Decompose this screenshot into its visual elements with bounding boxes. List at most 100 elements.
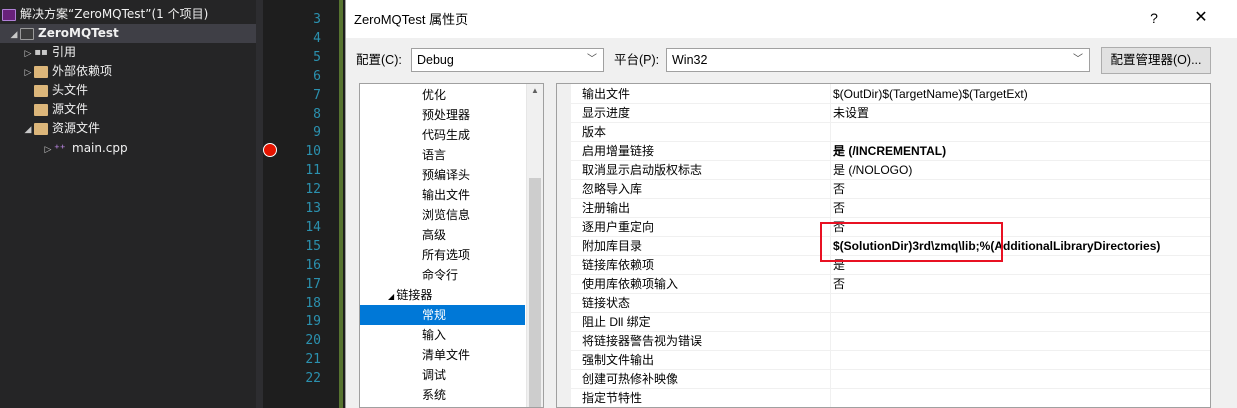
scroll-up-icon[interactable]: ▲ <box>527 86 543 95</box>
nav-item-label: 预处理器 <box>422 108 471 122</box>
close-button[interactable]: ✕ <box>1184 5 1218 31</box>
help-button[interactable]: ? <box>1139 5 1169 31</box>
line-number: 7 <box>313 87 321 103</box>
nav-item[interactable]: 代码生成 <box>360 125 525 145</box>
dialog-titlebar[interactable]: ZeroMQTest 属性页 ? ✕ <box>346 0 1237 38</box>
property-row[interactable]: 创建可热修补映像 <box>571 370 1210 389</box>
line-number: 19 <box>305 314 321 330</box>
folder-icon <box>34 65 48 78</box>
line-number: 9 <box>313 125 321 141</box>
property-value: 否 <box>833 182 846 196</box>
folder-icon <box>34 103 48 116</box>
config-select-value: Debug <box>417 53 454 67</box>
tree-item-main-cpp[interactable]: ▷ ⁺⁺ main.cpp <box>42 139 128 158</box>
line-number: 20 <box>305 333 321 349</box>
property-name: 显示进度 <box>582 106 631 120</box>
nav-item[interactable]: 清单文件 <box>360 345 525 365</box>
property-value: 否 <box>833 277 846 291</box>
property-row[interactable]: 逐用户重定向 否 <box>571 218 1210 237</box>
line-number: 6 <box>313 68 321 84</box>
nav-item[interactable]: 浏览信息 <box>360 205 525 225</box>
solution-icon <box>2 8 16 21</box>
nav-item[interactable]: 语言 <box>360 145 525 165</box>
tree-item-solution[interactable]: 解决方案“ZeroMQTest”(1 个项目) <box>2 5 208 24</box>
tree-item-project[interactable]: ◢ ZeroMQTest <box>0 24 256 43</box>
tree-item-external-deps[interactable]: ▷ 外部依赖项 <box>22 62 112 81</box>
property-name: 使用库依赖项输入 <box>582 277 679 291</box>
line-number: 17 <box>305 276 321 292</box>
breakpoint-icon[interactable] <box>263 143 277 157</box>
nav-item[interactable]: 预处理器 <box>360 105 525 125</box>
nav-item[interactable]: ◢ 链接器 <box>360 285 525 305</box>
property-row[interactable]: 启用增量链接 是 (/INCREMENTAL) <box>571 142 1210 161</box>
property-row[interactable]: 使用库依赖项输入 否 <box>571 275 1210 294</box>
nav-item-label: 浏览信息 <box>422 208 471 222</box>
nav-item[interactable]: 输入 <box>360 325 525 345</box>
line-number: 4 <box>313 30 321 46</box>
expanded-arrow-icon[interactable]: ◢ <box>8 26 20 45</box>
property-row[interactable]: 版本 <box>571 123 1210 142</box>
property-row[interactable]: 将链接器警告视为错误 <box>571 332 1210 351</box>
property-value: 是 (/INCREMENTAL) <box>833 144 947 158</box>
property-name: 创建可热修补映像 <box>582 372 679 386</box>
scrollbar-thumb[interactable] <box>529 178 541 407</box>
nav-item[interactable]: 命令行 <box>360 265 525 285</box>
line-number: 5 <box>313 49 321 65</box>
property-value: $(SolutionDir)3rd\zmq\lib;%(AdditionalLi… <box>833 239 1161 253</box>
property-name: 版本 <box>582 125 607 139</box>
dialog-right-edge <box>1220 83 1237 408</box>
nav-item[interactable]: 系统 <box>360 385 525 405</box>
property-name: 阻止 Dll 绑定 <box>582 315 651 329</box>
nav-item[interactable]: 输出文件 <box>360 185 525 205</box>
tree-item-header-files[interactable]: 头文件 <box>34 81 88 100</box>
tree-item-references[interactable]: ▷ ▪▪ 引用 <box>22 43 76 62</box>
property-row[interactable]: 输出文件 $(OutDir)$(TargetName)$(TargetExt) <box>571 85 1210 104</box>
property-name: 输出文件 <box>582 87 631 101</box>
line-number: 8 <box>313 106 321 122</box>
property-row[interactable]: 链接库依赖项 是 <box>571 256 1210 275</box>
line-number: 12 <box>305 182 321 198</box>
code-editor-gutter: 3 4 5 6 7 8 9 10 11 12 13 14 15 16 17 18 19 20 21 22 <box>263 0 345 408</box>
property-row[interactable]: 取消显示启动版权标志 是 (/NOLOGO) <box>571 161 1210 180</box>
expanded-arrow-icon[interactable]: ◢ <box>22 121 34 140</box>
nav-item[interactable]: 所有选项 <box>360 245 525 265</box>
nav-item[interactable]: 预编译头 <box>360 165 525 185</box>
property-row[interactable]: 强制文件输出 <box>571 351 1210 370</box>
nav-item-label: 高级 <box>422 228 447 242</box>
tree-item-resource-files[interactable]: ◢ 资源文件 <box>22 119 100 138</box>
platform-select-value: Win32 <box>672 53 708 67</box>
nav-item[interactable]: 常规 <box>360 305 525 325</box>
config-manager-button[interactable]: 配置管理器(O)... <box>1101 47 1211 74</box>
tree-item-label: 头文件 <box>52 83 89 97</box>
line-number: 21 <box>305 352 321 368</box>
platform-select[interactable]: Win32 ﹀ <box>666 48 1090 72</box>
tree-item-source-files[interactable]: 源文件 <box>34 100 88 119</box>
property-row[interactable]: 指定节特性 <box>571 389 1210 407</box>
nav-item[interactable]: 调试 <box>360 365 525 385</box>
property-row[interactable]: 注册输出 否 <box>571 199 1210 218</box>
solution-explorer: 解决方案“ZeroMQTest”(1 个项目) ◢ ZeroMQTest ▷ ▪▪ 引… <box>0 0 256 408</box>
property-row[interactable]: 附加库目录 $(SolutionDir)3rd\zmq\lib;%(Additio… <box>571 237 1210 256</box>
collapsed-arrow-icon[interactable]: ▷ <box>22 64 34 83</box>
tree-item-label: 解决方案“ZeroMQTest”(1 个项目) <box>20 7 209 21</box>
property-name: 忽略导入库 <box>582 182 643 196</box>
nav-item-label: 清单文件 <box>422 348 471 362</box>
property-value: 未设置 <box>833 106 870 120</box>
nav-item-label: 预编译头 <box>422 168 471 182</box>
panel-splitter[interactable] <box>256 0 263 408</box>
nav-item[interactable]: 优化 <box>360 85 525 105</box>
nav-item[interactable]: 高级 <box>360 225 525 245</box>
property-name: 逐用户重定向 <box>582 220 655 234</box>
property-row[interactable]: 显示进度 未设置 <box>571 104 1210 123</box>
tree-item-label: main.cpp <box>72 141 128 155</box>
property-row[interactable]: 忽略导入库 否 <box>571 180 1210 199</box>
property-row[interactable]: 阻止 Dll 绑定 <box>571 313 1210 332</box>
cpp-file-icon: ⁺⁺ <box>54 141 66 155</box>
property-row[interactable]: 链接状态 <box>571 294 1210 313</box>
config-select[interactable]: Debug ﹀ <box>411 48 604 72</box>
line-number: 18 <box>305 295 321 311</box>
collapsed-arrow-icon[interactable]: ▷ <box>42 141 54 160</box>
nav-item-label: 命令行 <box>422 268 459 282</box>
nav-scrollbar[interactable]: ▲ <box>526 84 543 407</box>
property-name: 强制文件输出 <box>582 353 655 367</box>
